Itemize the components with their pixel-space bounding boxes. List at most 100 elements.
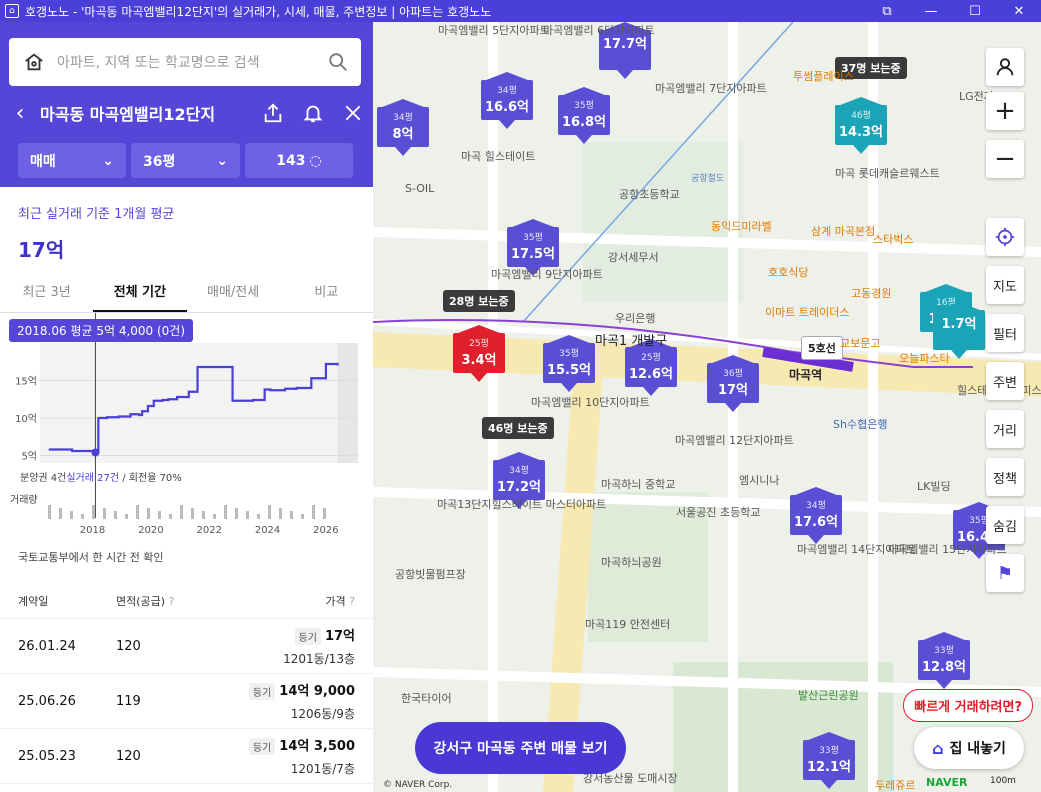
- back-icon[interactable]: ‹: [0, 101, 40, 126]
- share-icon[interactable]: [253, 93, 293, 133]
- help-icon[interactable]: ?: [169, 595, 175, 608]
- search-bar[interactable]: 아파트, 지역 또는 학교명으로 검색: [9, 38, 361, 86]
- place-label: 마곡역: [789, 368, 823, 382]
- map-type-button[interactable]: 지도: [986, 266, 1024, 304]
- volume-bar: [136, 505, 139, 519]
- size-label: 36평: [143, 153, 176, 170]
- bell-icon[interactable]: [293, 93, 333, 133]
- maximize-button[interactable]: ☐: [953, 0, 997, 22]
- map-view[interactable]: 17.7억 34평 16.6억 35평 16.8억 34평 8억 46평 14.3억 35평 17.…: [373, 22, 1041, 792]
- row-area: 120: [116, 748, 141, 764]
- apt-price-marker[interactable]: 34평 17.6억: [790, 487, 842, 545]
- marker-body: 25평 3.4억: [453, 333, 505, 373]
- tab-compare[interactable]: 비교: [280, 281, 373, 312]
- user-button[interactable]: [986, 48, 1024, 86]
- tab-all-period[interactable]: 전체 기간: [93, 281, 187, 312]
- marker-body: 25평 12.6억: [625, 347, 677, 387]
- marker-price: 12.6억: [628, 367, 674, 382]
- registered-badge: 등기: [248, 683, 276, 700]
- bookmark-button[interactable]: ⚑: [986, 554, 1024, 592]
- place-label: 한국타이어: [401, 692, 452, 705]
- marker-price: 12.8억: [921, 660, 967, 675]
- hide-button[interactable]: 숨김: [986, 506, 1024, 544]
- extension-icon[interactable]: ⧉: [865, 0, 909, 22]
- price-chart-svg[interactable]: 5억 10억 15억 2018 2020 2022 2024 2026 분양권 4건실거래 27…: [0, 313, 373, 543]
- marker-area: 34평: [806, 501, 826, 511]
- tab-sale-rent[interactable]: 매매/전세: [187, 281, 280, 312]
- volume-bar: [246, 511, 249, 519]
- chevron-down-icon: ⌄: [216, 152, 228, 169]
- volume-bar: [59, 508, 62, 519]
- x-tick-label: 2022: [196, 525, 221, 536]
- place-label: 마곡엠밸리 12단지아파트: [675, 434, 794, 447]
- zoom-out-button[interactable]: −: [986, 140, 1024, 178]
- place-label: 서울공진 초등학교: [676, 506, 761, 519]
- summary-price: 17억: [18, 238, 65, 262]
- marker-body: 34평 17.2억: [493, 460, 545, 500]
- volume-bar: [279, 508, 282, 519]
- window-titlebar: ⌂ 호갱노노 - '마곡동 마곡엠밸리12단지'의 실거래가, 시세, 매물, …: [0, 0, 1041, 22]
- marker-price: 12.1억: [806, 760, 852, 775]
- x-tick-label: 2024: [255, 525, 280, 536]
- close-window-button[interactable]: ✕: [997, 0, 1041, 22]
- place-label: 오늘파스타: [899, 352, 950, 365]
- apt-price-marker[interactable]: 33평 12.1억: [803, 732, 855, 790]
- zoom-in-button[interactable]: +: [986, 92, 1024, 130]
- marker-price: 15.5억: [546, 363, 592, 378]
- viewers-badge[interactable]: 46명 보는중: [482, 417, 554, 439]
- trade-type-select[interactable]: 매매 ⌄: [18, 143, 126, 178]
- x-tick-label: 2018: [80, 525, 105, 536]
- list-house-button[interactable]: ⌂ 집 내놓기: [914, 727, 1024, 769]
- price-chart[interactable]: 5억 10억 15억 2018 2020 2022 2024 2026 분양권 4건실거래 27…: [0, 313, 373, 543]
- crosshair-icon: [995, 227, 1015, 247]
- tab-recent-3y[interactable]: 최근 3년: [0, 281, 93, 312]
- place-label: 엠시니나: [739, 474, 780, 487]
- marker-body: 35평 15.5억: [543, 343, 595, 383]
- search-icon[interactable]: [327, 51, 349, 73]
- volume-bar: [224, 505, 227, 519]
- table-row[interactable]: 26.01.24 120 등기 17억 1201동/13층: [0, 619, 373, 674]
- price-summary: 최근 실거래 기준 1개월 평균 17억: [0, 187, 373, 263]
- cursor-point: [91, 448, 100, 457]
- registered-badge: 등기: [248, 738, 276, 755]
- size-select[interactable]: 36평 ⌄: [131, 143, 240, 178]
- locate-button[interactable]: [986, 218, 1024, 256]
- marker-tail: [725, 403, 741, 412]
- marker-body: 33평 12.1억: [803, 740, 855, 780]
- apt-price-marker[interactable]: 33평 12.8억: [918, 632, 970, 690]
- apt-price-marker[interactable]: 35평 16.8억: [558, 87, 610, 145]
- table-row[interactable]: 25.05.23 120 등기 14억 3,500 1201동/7층: [0, 729, 373, 784]
- volume-bar: [81, 514, 84, 519]
- volume-bar: [169, 514, 172, 519]
- distance-button[interactable]: 거리: [986, 410, 1024, 448]
- apt-price-marker[interactable]: 34평 8억: [377, 99, 429, 157]
- apt-price-marker[interactable]: 34평 16.6억: [481, 72, 533, 130]
- place-label: 강서농산물 도매시장: [583, 772, 678, 785]
- apt-price-marker[interactable]: 35평 15.5억: [543, 335, 595, 393]
- filter-row: 매매 ⌄ 36평 ⌄ 143 ◌: [18, 143, 353, 178]
- comment-count-button[interactable]: 143 ◌: [245, 143, 353, 178]
- table-row[interactable]: 25.06.26 119 등기 14억 9,000 1206동/9층: [0, 674, 373, 729]
- viewers-badge[interactable]: 28명 보는중: [443, 290, 515, 312]
- volume-bar: [213, 514, 216, 519]
- nearby-button[interactable]: 주변: [986, 362, 1024, 400]
- comment-icon: ◌: [309, 152, 322, 169]
- quick-deal-bubble[interactable]: 빠르게 거래하려면?: [903, 689, 1033, 722]
- marker-price: 17.5억: [510, 247, 556, 262]
- row-price-cell: 등기 14억 3,500 1201동/7층: [206, 735, 355, 777]
- help-icon[interactable]: ?: [349, 595, 355, 608]
- filter-button[interactable]: 필터: [986, 314, 1024, 352]
- policy-button[interactable]: 정책: [986, 458, 1024, 496]
- close-icon[interactable]: [333, 93, 373, 133]
- minimize-button[interactable]: —: [909, 0, 953, 22]
- apt-price-marker[interactable]: 25평 3.4억: [453, 325, 505, 383]
- marker-area: [933, 310, 985, 313]
- search-input[interactable]: 아파트, 지역 또는 학교명으로 검색: [57, 52, 327, 72]
- nearby-listings-button[interactable]: 강서구 마곡동 주변 매물 보기: [415, 722, 626, 774]
- volume-bar: [114, 511, 117, 519]
- marker-price: 3.4억: [461, 353, 497, 368]
- apt-price-marker[interactable]: 36평 17억: [707, 355, 759, 413]
- place-label: 마곡엠밸리 6단지아파트: [543, 24, 655, 37]
- place-label: 마곡1 개발구: [595, 334, 668, 349]
- apt-price-marker[interactable]: 46평 14.3억: [835, 97, 887, 155]
